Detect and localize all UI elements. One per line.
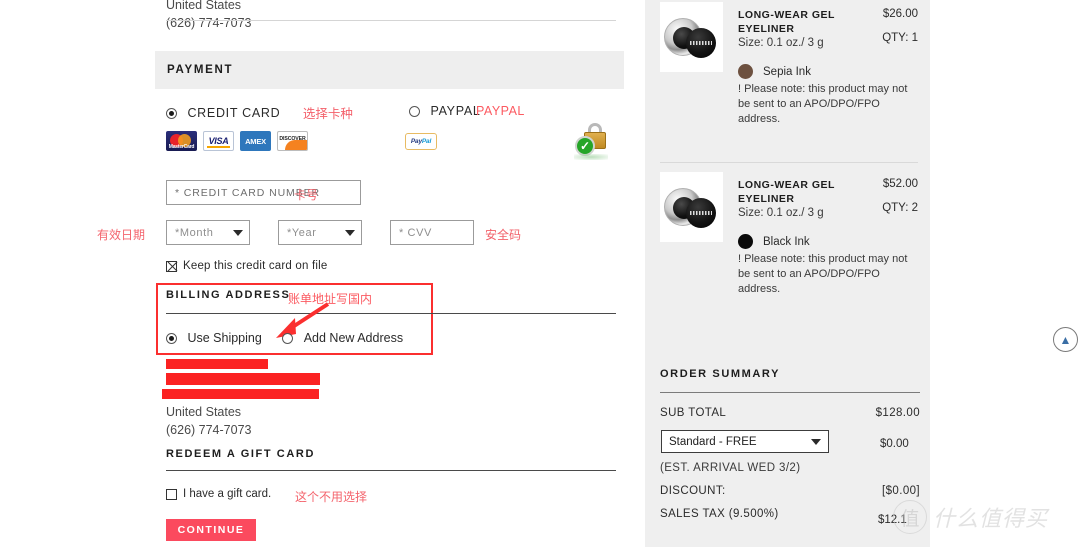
cvv-placeholder: * CVV xyxy=(399,226,432,239)
credit-card-annotation: 选择卡种 xyxy=(302,107,353,121)
watermark-text: 什么值得买 xyxy=(933,507,1049,532)
shade-name: Black Ink xyxy=(763,235,810,248)
discount-label: DISCOUNT: xyxy=(660,485,726,497)
credit-card-label: CREDIT CARD xyxy=(187,106,281,120)
continue-button[interactable]: CONTINUE xyxy=(166,519,256,541)
mastercard-icon: MasterCard xyxy=(166,131,197,151)
product-thumbnail xyxy=(660,2,723,72)
redaction-bar xyxy=(166,359,268,369)
tax-label: SALES TAX (9.500%) xyxy=(660,508,779,520)
credit-card-number-annotation: 卡号 xyxy=(294,188,319,202)
product-name: LONG-WEAR GEL EYELINER xyxy=(738,179,835,205)
checkout-column: United States (626) 774-7073 PAYMENT CRE… xyxy=(0,0,645,547)
subtotal-label: SUB TOTAL xyxy=(660,407,727,419)
paypal-icon: PayPal xyxy=(405,133,437,150)
scroll-to-top-button[interactable]: ▲ xyxy=(1053,327,1078,352)
payment-option-paypal[interactable]: PAYPAL xyxy=(409,103,481,121)
keep-card-on-file-row[interactable]: Keep this credit card on file xyxy=(166,260,328,272)
shade-name: Sepia Ink xyxy=(763,65,811,78)
product-price: $52.00 xyxy=(882,178,918,190)
gift-card-divider xyxy=(166,470,616,471)
billing-country: United States xyxy=(166,405,242,419)
watermark: 值 什么值得买 xyxy=(893,500,1048,534)
shipping-address-top: United States (626) 774-7073 xyxy=(166,0,616,32)
shipping-price: $0.00 xyxy=(880,438,909,450)
product-size: Size: 0.1 oz./ 3 g xyxy=(738,37,824,49)
gift-card-checkbox[interactable] xyxy=(166,488,177,500)
shipping-method-value: Standard - FREE xyxy=(669,435,757,448)
paypal-annotation: PAYPAL xyxy=(476,104,525,118)
subtotal-value: $128.00 xyxy=(875,407,920,419)
shipping-country: United States xyxy=(166,0,242,12)
discount-row: DISCOUNT: [$0.00] xyxy=(660,485,920,497)
watermark-logo: 值 xyxy=(893,500,927,534)
expiry-year-value: *Year xyxy=(287,226,317,239)
product-quantity: QTY: 2 xyxy=(882,202,918,214)
product-size: Size: 0.1 oz./ 3 g xyxy=(738,207,824,219)
gift-card-label: I have a gift card. xyxy=(183,488,272,500)
gift-card-row[interactable]: I have a gift card. xyxy=(166,488,271,500)
chevron-up-icon: ▲ xyxy=(1059,332,1072,347)
accepted-card-logos: MasterCard VISA AMEX DISCOVER xyxy=(166,131,308,151)
cvv-input[interactable]: * CVV xyxy=(390,220,474,245)
credit-card-radio[interactable] xyxy=(166,108,177,119)
billing-address-lines: United States (626) 774-7073 xyxy=(166,403,251,439)
product-thumbnail xyxy=(660,172,723,242)
discount-value: [$0.00] xyxy=(882,485,920,497)
payment-section-header: PAYMENT xyxy=(155,51,624,89)
paypal-label: PAYPAL xyxy=(430,104,481,118)
add-new-address-label: Add New Address xyxy=(303,331,404,345)
keep-card-checkbox[interactable] xyxy=(166,260,177,272)
redaction-bar xyxy=(162,389,319,399)
credit-card-number-input[interactable]: * CREDIT CARD NUMBER xyxy=(166,180,361,205)
eta-text: (EST. ARRIVAL WED 3/2) xyxy=(660,462,801,474)
expiry-month-select[interactable]: *Month xyxy=(166,220,250,245)
billing-divider xyxy=(166,313,616,314)
product-price: $26.00 xyxy=(882,8,918,20)
use-shipping-radio[interactable] xyxy=(166,333,177,344)
expiry-month-value: *Month xyxy=(175,226,214,239)
product-shipping-note: ! Please note: this product may not be s… xyxy=(738,83,908,125)
paypal-radio[interactable] xyxy=(409,106,420,117)
shipping-phone: (626) 774-7073 xyxy=(166,16,252,30)
checkout-page: United States (626) 774-7073 PAYMENT CRE… xyxy=(0,0,1080,547)
payment-section-title: PAYMENT xyxy=(167,64,234,76)
shade-swatch-icon xyxy=(738,234,753,249)
top-divider xyxy=(166,20,616,21)
visa-icon: VISA xyxy=(203,131,234,151)
chevron-down-icon xyxy=(811,438,821,445)
eta-row: (EST. ARRIVAL WED 3/2) xyxy=(660,462,920,474)
use-shipping-label: Use Shipping xyxy=(187,331,262,345)
billing-option-use-shipping[interactable]: Use Shipping xyxy=(166,330,266,347)
subtotal-row: SUB TOTAL $128.00 xyxy=(660,407,920,419)
discover-icon: DISCOVER xyxy=(277,131,308,151)
add-new-address-radio[interactable] xyxy=(282,333,294,344)
gift-card-title: REDEEM A GIFT CARD xyxy=(166,448,315,460)
shipping-method-select[interactable]: Standard - FREE xyxy=(661,430,829,453)
shade-swatch-icon xyxy=(738,64,753,79)
gift-card-annotation: 这个不用选择 xyxy=(295,490,368,504)
product-shipping-note: ! Please note: this product may not be s… xyxy=(738,253,908,295)
order-summary-divider xyxy=(660,392,920,393)
product-shade-row: Black Ink xyxy=(738,234,810,249)
chevron-down-icon xyxy=(345,229,355,236)
amex-icon: AMEX xyxy=(240,131,271,151)
cvv-annotation: 安全码 xyxy=(485,228,522,242)
keep-card-label: Keep this credit card on file xyxy=(183,260,328,272)
product-name: LONG-WEAR GEL EYELINER xyxy=(738,9,835,35)
expiry-annotation: 有效日期 xyxy=(97,228,146,242)
billing-phone: (626) 774-7073 xyxy=(166,423,252,437)
payment-option-credit-card[interactable]: CREDIT CARD 选择卡种 xyxy=(166,103,353,123)
secure-lock-icon: ✓ xyxy=(570,118,614,162)
billing-address-options: Use Shipping Add New Address xyxy=(166,330,403,348)
redaction-bar xyxy=(166,373,320,385)
cart-item-divider xyxy=(660,162,918,163)
chevron-down-icon xyxy=(233,229,243,236)
expiry-year-select[interactable]: *Year xyxy=(278,220,362,245)
billing-option-add-new[interactable]: Add New Address xyxy=(282,330,403,347)
product-quantity: QTY: 1 xyxy=(882,32,918,44)
product-shade-row: Sepia Ink xyxy=(738,64,811,79)
order-summary-title: ORDER SUMMARY xyxy=(660,368,781,380)
